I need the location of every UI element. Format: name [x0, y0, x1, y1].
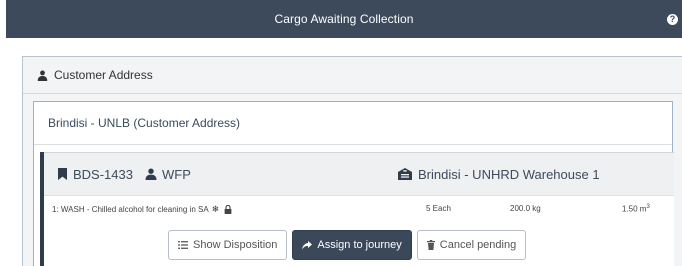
show-disposition-label: Show Disposition	[193, 239, 278, 251]
item-quantity: 5 Each	[426, 204, 451, 213]
consignment-client: WFP	[145, 167, 191, 182]
assign-to-journey-button[interactable]: Assign to journey	[292, 230, 412, 260]
item-description-text: 1: WASH - Chilled alcohol for cleaning i…	[52, 205, 209, 214]
page-title: Cargo Awaiting Collection	[274, 12, 414, 26]
item-volume: 1.50 m3	[622, 204, 650, 214]
help-icon[interactable]: ?	[667, 14, 678, 25]
cancel-pending-label: Cancel pending	[439, 239, 517, 251]
lock-icon	[224, 205, 232, 214]
address-heading: Brindisi - UNLB (Customer Address)	[34, 102, 672, 145]
item-volume-value: 1.50 m	[622, 204, 647, 214]
reference-label: BDS-1433	[73, 166, 133, 182]
top-bar: Cargo Awaiting Collection ?	[6, 0, 682, 38]
show-disposition-button[interactable]: Show Disposition	[168, 230, 288, 260]
item-weight: 200.0 kg	[510, 204, 541, 213]
client-label: WFP	[161, 166, 191, 182]
user-icon	[37, 70, 48, 81]
share-arrow-icon	[302, 240, 313, 249]
cancel-pending-button[interactable]: Cancel pending	[416, 230, 527, 260]
trash-icon	[426, 240, 435, 250]
section-heading: Customer Address	[23, 57, 682, 94]
item-actions: Show Disposition Assign to journey Cance…	[168, 230, 531, 260]
consignment-header: BDS-1433 WFP Brindisi - UNHRD Warehouse …	[44, 152, 674, 196]
consignment-reference[interactable]: BDS-1433	[58, 167, 133, 182]
consignment-warehouse: Brindisi - UNHRD Warehouse 1	[398, 167, 600, 182]
list-icon	[178, 241, 188, 249]
snowflake-icon: ❄	[211, 204, 220, 214]
item-volume-unit-sup: 3	[646, 204, 650, 210]
user-icon	[145, 168, 157, 180]
cargo-item-row: 1: WASH - Chilled alcohol for cleaning i…	[44, 196, 674, 216]
warehouse-icon	[398, 168, 412, 180]
address-panel: Brindisi - UNLB (Customer Address) BDS-1…	[33, 101, 674, 266]
warehouse-label: Brindisi - UNHRD Warehouse 1	[418, 166, 600, 182]
assign-to-journey-label: Assign to journey	[317, 239, 402, 251]
bookmark-icon	[58, 168, 67, 180]
consignment-panel: BDS-1433 WFP Brindisi - UNHRD Warehouse …	[40, 152, 674, 266]
customer-address-section: Customer Address Brindisi - UNLB (Custom…	[22, 56, 682, 266]
item-description: 1: WASH - Chilled alcohol for cleaning i…	[52, 204, 232, 215]
section-heading-label: Customer Address	[54, 68, 153, 82]
app-root: Cargo Awaiting Collection ? Customer Add…	[0, 0, 682, 266]
